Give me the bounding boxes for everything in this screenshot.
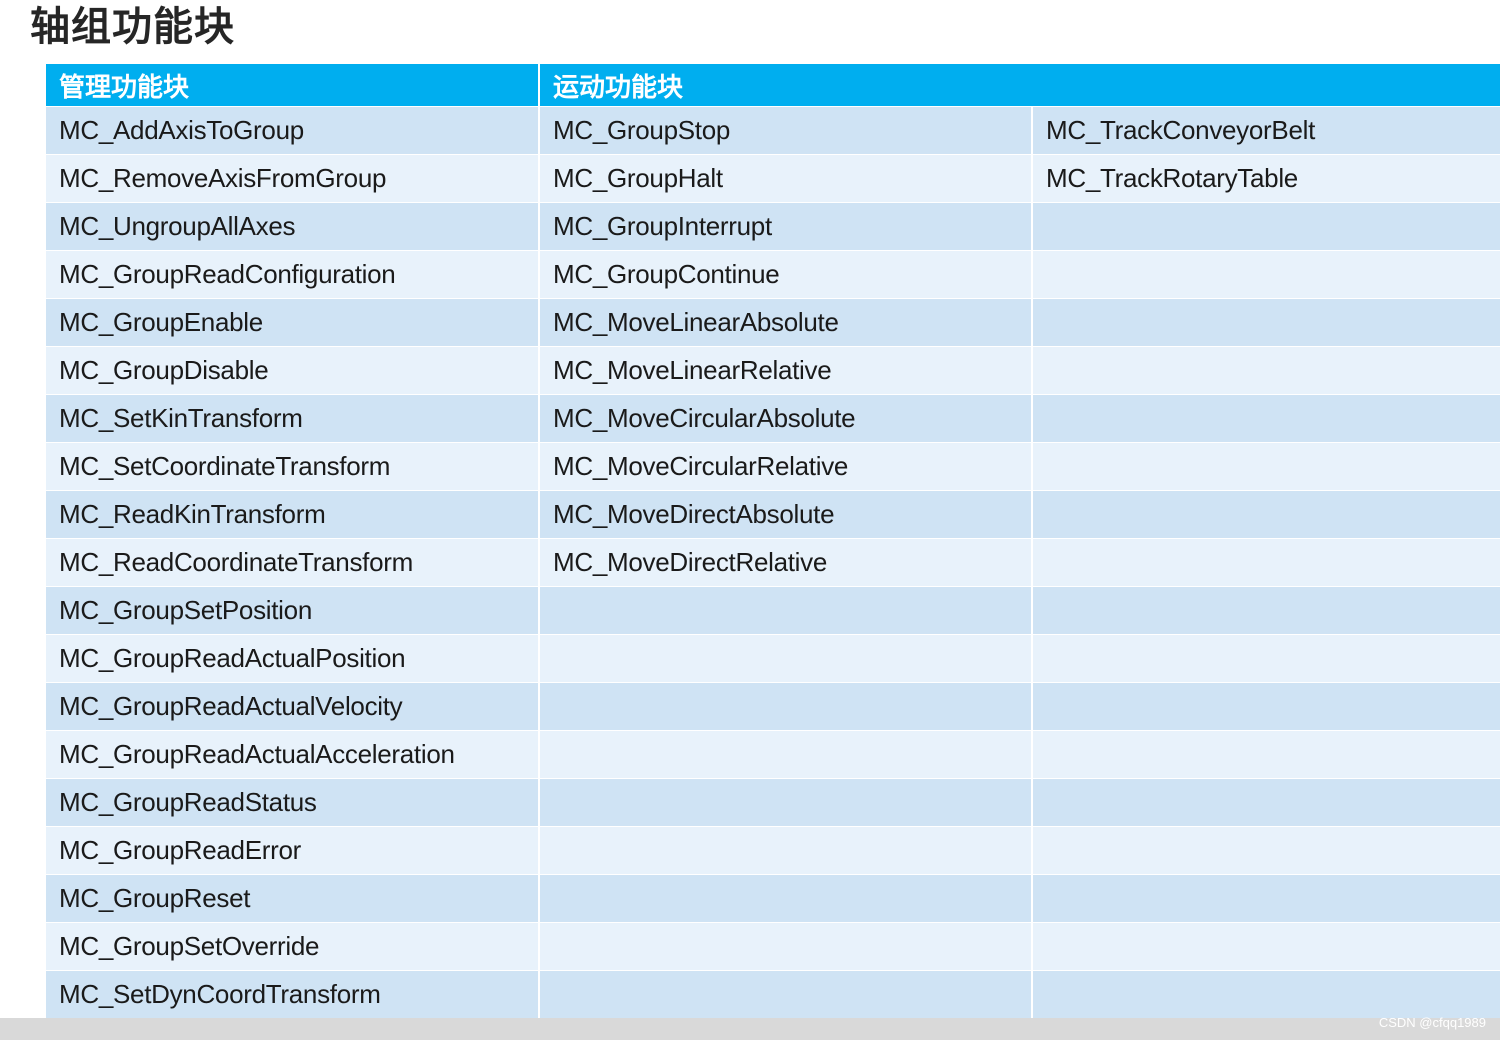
table-row: MC_RemoveAxisFromGroup MC_GroupHalt MC_Tra… [46, 154, 1500, 203]
motion-cell [539, 778, 1033, 827]
management-cell: MC_GroupReadActualPosition [46, 634, 540, 683]
motion-cell [539, 730, 1033, 779]
tracking-cell [1032, 538, 1500, 587]
management-cell: MC_ReadCoordinateTransform [46, 538, 540, 587]
tracking-cell [1032, 490, 1500, 539]
motion-cell [539, 874, 1033, 923]
management-cell: MC_SetDynCoordTransform [46, 970, 540, 1018]
table-row: MC_GroupReadActualVelocity [46, 682, 1500, 731]
motion-cell [539, 922, 1033, 971]
tracking-cell [1032, 730, 1500, 779]
management-cell: MC_UngroupAllAxes [46, 202, 540, 251]
motion-cell [539, 634, 1033, 683]
table-header-row: 管理功能块 运动功能块 [46, 64, 1500, 107]
tracking-cell: MC_TrackConveyorBelt [1032, 106, 1500, 155]
table-row: MC_GroupReadStatus [46, 778, 1500, 827]
table-row: MC_GroupReadActualPosition [46, 634, 1500, 683]
motion-cell: MC_MoveLinearRelative [539, 346, 1033, 395]
motion-cell: MC_MoveCircularRelative [539, 442, 1033, 491]
page-title: 轴组功能块 [30, 4, 235, 50]
credit-watermark: CSDN @cfqq1989 [1378, 1015, 1486, 1030]
tracking-cell [1032, 778, 1500, 827]
table-row: MC_GroupSetPosition [46, 586, 1500, 635]
tracking-cell [1032, 394, 1500, 443]
tracking-cell [1032, 586, 1500, 635]
header-management: 管理功能块 [46, 64, 540, 107]
management-cell: MC_GroupReadActualAcceleration [46, 730, 540, 779]
management-cell: MC_ReadKinTransform [46, 490, 540, 539]
management-cell: MC_GroupReset [46, 874, 540, 923]
tracking-cell: MC_TrackRotaryTable [1032, 154, 1500, 203]
tracking-cell [1032, 202, 1500, 251]
function-block-table: 管理功能块 运动功能块 MC_AddAxisToGroup MC_GroupSto… [46, 64, 1500, 1018]
motion-cell: MC_GroupStop [539, 106, 1033, 155]
motion-cell: MC_MoveCircularAbsolute [539, 394, 1033, 443]
management-cell: MC_GroupDisable [46, 346, 540, 395]
tracking-cell [1032, 682, 1500, 731]
table-row: MC_SetCoordinateTransform MC_MoveCircular… [46, 442, 1500, 491]
management-cell: MC_RemoveAxisFromGroup [46, 154, 540, 203]
table-row: MC_GroupEnable MC_MoveLinearAbsolute [46, 298, 1500, 347]
table-row: MC_SetDynCoordTransform [46, 970, 1500, 1018]
table-row: MC_UngroupAllAxes MC_GroupInterrupt [46, 202, 1500, 251]
table-row: MC_ReadCoordinateTransform MC_MoveDirectR… [46, 538, 1500, 587]
management-cell: MC_GroupSetPosition [46, 586, 540, 635]
management-cell: MC_SetCoordinateTransform [46, 442, 540, 491]
management-cell: MC_GroupReadError [46, 826, 540, 875]
motion-cell: MC_MoveDirectRelative [539, 538, 1033, 587]
management-cell: MC_GroupReadStatus [46, 778, 540, 827]
table-row: MC_GroupSetOverride [46, 922, 1500, 971]
tracking-cell [1032, 442, 1500, 491]
motion-cell: MC_MoveLinearAbsolute [539, 298, 1033, 347]
table-row: MC_GroupReadConfiguration MC_GroupContinu… [46, 250, 1500, 299]
management-cell: MC_AddAxisToGroup [46, 106, 540, 155]
tracking-cell [1032, 298, 1500, 347]
motion-cell: MC_GroupContinue [539, 250, 1033, 299]
tracking-cell [1032, 826, 1500, 875]
motion-cell [539, 682, 1033, 731]
table-row: MC_SetKinTransform MC_MoveCircularAbsolut… [46, 394, 1500, 443]
tracking-cell [1032, 970, 1500, 1018]
tracking-cell [1032, 250, 1500, 299]
tracking-cell [1032, 922, 1500, 971]
management-cell: MC_GroupEnable [46, 298, 540, 347]
tracking-cell [1032, 634, 1500, 683]
table-body: MC_AddAxisToGroup MC_GroupStop MC_TrackCon… [46, 106, 1500, 1018]
table-row: MC_GroupReadActualAcceleration [46, 730, 1500, 779]
table-row: MC_AddAxisToGroup MC_GroupStop MC_TrackCon… [46, 106, 1500, 155]
management-cell: MC_SetKinTransform [46, 394, 540, 443]
tracking-cell [1032, 874, 1500, 923]
management-cell: MC_GroupReadActualVelocity [46, 682, 540, 731]
motion-cell: MC_GroupHalt [539, 154, 1033, 203]
bottom-bar [0, 1018, 1500, 1040]
motion-cell [539, 586, 1033, 635]
motion-cell: MC_MoveDirectAbsolute [539, 490, 1033, 539]
table-row: MC_ReadKinTransform MC_MoveDirectAbsolute [46, 490, 1500, 539]
table-row: MC_GroupReset [46, 874, 1500, 923]
tracking-cell [1032, 346, 1500, 395]
management-cell: MC_GroupSetOverride [46, 922, 540, 971]
motion-cell [539, 970, 1033, 1018]
table-row: MC_GroupReadError [46, 826, 1500, 875]
table-row: MC_GroupDisable MC_MoveLinearRelative [46, 346, 1500, 395]
header-motion: 运动功能块 [539, 64, 1500, 107]
motion-cell [539, 826, 1033, 875]
management-cell: MC_GroupReadConfiguration [46, 250, 540, 299]
motion-cell: MC_GroupInterrupt [539, 202, 1033, 251]
